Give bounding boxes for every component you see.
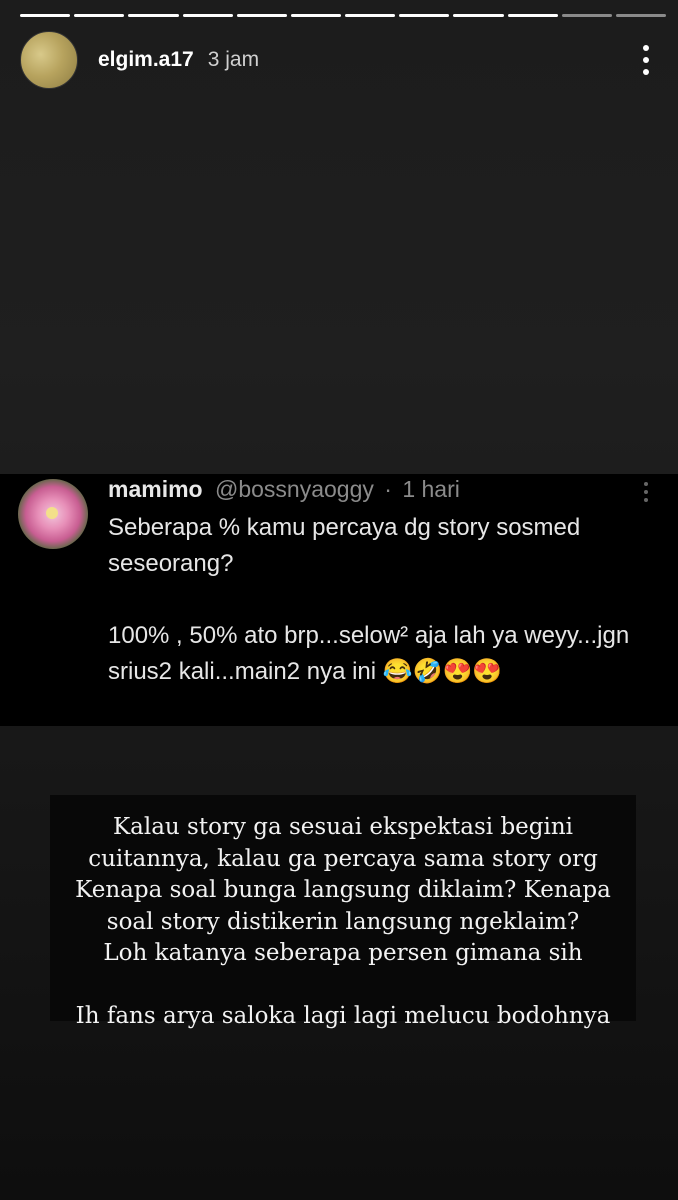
- caption-line: Ih fans arya saloka lagi lagi melucu bod…: [75, 1002, 611, 1029]
- tweet-more-icon: [644, 482, 648, 502]
- progress-segment: [561, 14, 612, 17]
- story-header: elgim.a17 3 jam: [20, 30, 658, 90]
- tweet-screenshot: mamimo @bossnyaoggy · 1 hari Seberapa % …: [0, 474, 678, 726]
- progress-segment: [290, 14, 342, 17]
- tweet-time: 1 hari: [402, 476, 460, 502]
- progress-segment-current: [507, 14, 558, 17]
- vertical-ellipsis-icon[interactable]: [634, 40, 658, 80]
- caption-line: Loh katanya seberapa persen gimana sih: [103, 940, 583, 966]
- tweet-text-paragraph: Seberapa % kamu percaya dg story sosmed …: [108, 514, 581, 577]
- progress-segment: [236, 14, 287, 17]
- progress-segment: [20, 14, 71, 17]
- progress-segment: [345, 14, 396, 17]
- story-time: 3 jam: [207, 48, 260, 71]
- story-caption: Kalau story ga sesuai ekspektasi begini …: [50, 795, 636, 1029]
- progress-segment: [182, 14, 233, 17]
- story-username[interactable]: elgim.a17: [98, 48, 194, 72]
- tweet-avatar: [18, 479, 88, 549]
- tweet-text-paragraph: 100% , 50% ato brp...selow² aja lah ya w…: [108, 622, 630, 685]
- tweet-body: Seberapa % kamu percaya dg story sosmed …: [108, 510, 653, 690]
- tweet-separator: ·: [384, 476, 392, 502]
- story-progress-bar: [20, 14, 667, 17]
- tweet-header: mamimo @bossnyaoggy · 1 hari: [108, 476, 460, 503]
- progress-segment: [453, 14, 504, 17]
- progress-segment: [74, 14, 125, 17]
- caption-line: cuitannya, kalau ga percaya sama story o…: [88, 845, 598, 872]
- progress-segment: [615, 14, 667, 17]
- tweet-author-name: mamimo: [108, 476, 203, 502]
- caption-line: Kalau story ga sesuai ekspektasi begini: [112, 814, 574, 840]
- progress-segment: [399, 14, 450, 17]
- tweet-author-handle: @bossnyaoggy: [214, 476, 374, 502]
- avatar[interactable]: [20, 31, 78, 89]
- caption-line: Kenapa soal bunga langsung diklaim? Kena…: [75, 877, 611, 903]
- caption-line: soal story distikerin langsung ngeklaim?: [106, 908, 580, 935]
- progress-segment: [128, 14, 179, 17]
